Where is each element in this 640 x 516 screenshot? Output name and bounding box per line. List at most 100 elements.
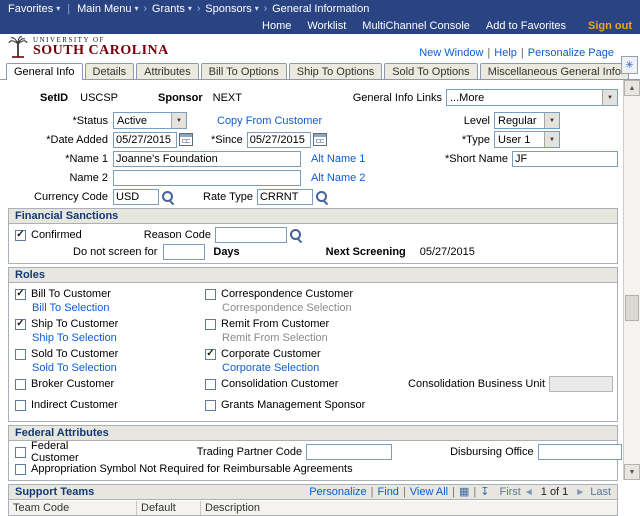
currency-code-input[interactable] xyxy=(113,188,159,205)
financial-sanctions-body: Confirmed Reason Code Do not screen for … xyxy=(9,224,617,263)
corporate-selection-link[interactable]: Corporate Selection xyxy=(222,362,319,374)
brand-line2: SOUTH CAROLINA xyxy=(33,42,169,58)
broker-customer-checkbox[interactable] xyxy=(15,378,26,390)
grants-management-sponsor-label: Grants Management Sponsor xyxy=(221,399,366,411)
new-window-link[interactable]: New Window xyxy=(419,47,483,59)
name2-input[interactable] xyxy=(113,169,301,186)
support-teams-title: Support Teams xyxy=(15,485,95,498)
tab-bill-to-options[interactable]: Bill To Options xyxy=(200,63,287,79)
confirmed-label: Confirmed xyxy=(31,229,82,241)
reason-code-lookup-icon[interactable] xyxy=(289,228,303,242)
currency-lookup-icon[interactable] xyxy=(161,190,175,204)
remit-from-customer-checkbox[interactable] xyxy=(205,318,216,330)
worklist-link[interactable]: Worklist xyxy=(307,20,346,32)
trading-partner-code-input[interactable] xyxy=(306,444,393,460)
grid-personalize-link[interactable]: Personalize xyxy=(309,486,366,499)
pager-next-icon[interactable]: ► xyxy=(575,486,585,499)
sold-to-selection-link[interactable]: Sold To Selection xyxy=(32,362,117,374)
ship-to-selection-link[interactable]: Ship To Selection xyxy=(32,332,117,344)
alt-name1-link[interactable]: Alt Name 1 xyxy=(311,153,365,165)
sign-out-link[interactable]: Sign out xyxy=(588,20,632,32)
name1-label: *Name 1 xyxy=(65,152,108,165)
breadcrumb-favorites[interactable]: Favorites xyxy=(8,3,60,15)
vertical-scrollbar[interactable]: ▲ ▼ xyxy=(623,80,640,480)
page-tab-bar: General Info Details Attributes Bill To … xyxy=(0,61,640,80)
pager-last[interactable]: Last xyxy=(590,486,611,499)
confirmed-checkbox[interactable] xyxy=(15,229,26,241)
role-item: Sold To Customer Sold To Selection xyxy=(15,347,205,374)
add-to-favorites-link[interactable]: Add to Favorites xyxy=(486,20,566,32)
currency-row: Currency Code Rate Type xyxy=(8,188,618,205)
setid-value: USCSP xyxy=(80,91,119,104)
name1-input[interactable] xyxy=(113,150,301,167)
role-item: Indirect Customer xyxy=(15,398,205,412)
tab-attributes[interactable]: Attributes xyxy=(136,63,199,79)
calendar-icon[interactable] xyxy=(179,133,193,146)
personalize-page-link[interactable]: Personalize Page xyxy=(528,47,614,59)
type-value: User 1 xyxy=(498,133,531,146)
short-name-input[interactable] xyxy=(512,150,618,167)
scroll-down-icon[interactable]: ▼ xyxy=(624,464,640,480)
toolbar-separator xyxy=(367,486,378,499)
tab-misc-general-info[interactable]: Miscellaneous General Info xyxy=(479,63,629,79)
general-info-links-select[interactable]: ...More xyxy=(446,89,618,106)
multichannel-console-link[interactable]: MultiChannel Console xyxy=(362,20,470,32)
breadcrumb-grants[interactable]: Grants xyxy=(152,3,192,15)
scrollbar-thumb[interactable] xyxy=(625,295,639,321)
next-screening-label: Next Screening xyxy=(325,246,406,258)
rate-type-lookup-icon[interactable] xyxy=(315,190,329,204)
dropdown-arrow-icon[interactable] xyxy=(602,90,617,105)
tab-ship-to-options[interactable]: Ship To Options xyxy=(288,63,383,79)
breadcrumb-main-menu[interactable]: Main Menu xyxy=(77,3,138,15)
grid-view-all-link[interactable]: View All xyxy=(410,486,448,499)
level-select[interactable]: Regular xyxy=(494,112,560,129)
consolidation-bu-input xyxy=(549,376,613,392)
reason-code-input[interactable] xyxy=(215,227,288,243)
copy-from-customer-link[interactable]: Copy From Customer xyxy=(217,115,322,127)
roles-left-column: Bill To Customer Bill To Selection Ship … xyxy=(15,287,205,419)
general-info-links-value: ...More xyxy=(450,91,485,104)
scroll-up-icon[interactable]: ▲ xyxy=(624,80,640,96)
date-added-input[interactable] xyxy=(113,131,177,148)
tab-sold-to-options[interactable]: Sold To Options xyxy=(384,63,478,79)
tab-details[interactable]: Details xyxy=(84,63,135,79)
calendar-icon[interactable] xyxy=(312,133,327,146)
home-link[interactable]: Home xyxy=(262,20,291,32)
pager-prev-icon[interactable]: ◄ xyxy=(524,486,534,499)
brand-band: UNIVERSITY OF SOUTH CAROLINA New Window H… xyxy=(0,34,640,61)
appropriation-symbol-checkbox[interactable] xyxy=(15,463,26,475)
grid-find-link[interactable]: Find xyxy=(378,486,399,499)
dropdown-arrow-icon[interactable] xyxy=(544,113,559,128)
corporate-customer-checkbox[interactable] xyxy=(205,348,216,360)
disbursing-office-input[interactable] xyxy=(537,444,622,460)
consolidation-customer-checkbox[interactable] xyxy=(205,378,216,390)
pager-first[interactable]: First xyxy=(499,486,520,499)
sold-to-customer-checkbox[interactable] xyxy=(15,348,26,360)
dropdown-arrow-icon[interactable] xyxy=(171,113,186,128)
days-label: Days xyxy=(213,246,240,258)
bill-to-selection-link[interactable]: Bill To Selection xyxy=(32,302,109,314)
grants-management-sponsor-checkbox[interactable] xyxy=(205,399,216,411)
bill-to-customer-checkbox[interactable] xyxy=(15,288,26,300)
breadcrumb-divider: | xyxy=(67,2,71,15)
federal-customer-checkbox[interactable] xyxy=(15,446,26,458)
alt-name2-link[interactable]: Alt Name 2 xyxy=(311,172,365,184)
do-not-screen-input[interactable] xyxy=(163,244,206,260)
setid-label: SetID xyxy=(40,91,69,104)
since-input[interactable] xyxy=(246,131,311,148)
breadcrumb-sponsors[interactable]: Sponsors xyxy=(205,3,259,15)
tab-general-info[interactable]: General Info xyxy=(6,63,83,80)
grid-zoom-icon[interactable]: ▦ xyxy=(459,486,469,499)
help-link[interactable]: Help xyxy=(494,47,517,59)
indirect-customer-label: Indirect Customer xyxy=(31,399,118,411)
type-select[interactable]: User 1 xyxy=(494,131,560,148)
ship-to-customer-checkbox[interactable] xyxy=(15,318,26,330)
indirect-customer-checkbox[interactable] xyxy=(15,399,26,411)
grid-download-icon[interactable]: ↧ xyxy=(480,486,489,499)
status-select[interactable]: Active xyxy=(113,112,187,129)
rate-type-input[interactable] xyxy=(256,188,313,205)
dropdown-arrow-icon[interactable] xyxy=(544,132,559,147)
date-added-label: *Date Added xyxy=(46,133,108,146)
federal-attributes-section: Federal Attributes Federal Customer Trad… xyxy=(8,425,622,481)
correspondence-customer-checkbox[interactable] xyxy=(205,288,216,300)
